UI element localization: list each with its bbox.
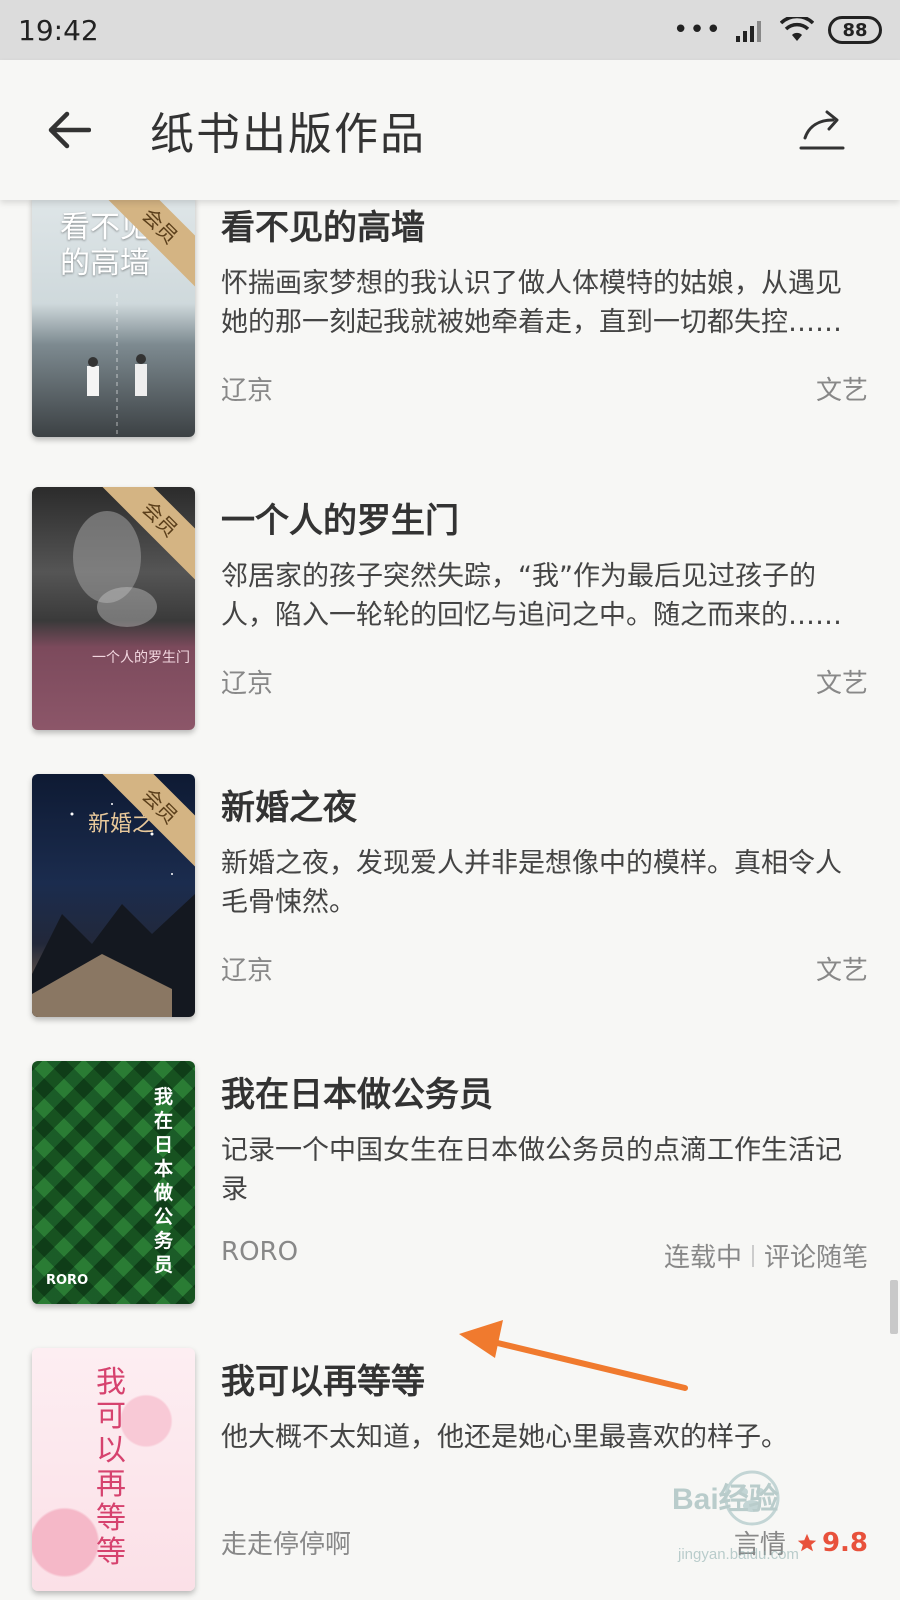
cover-title: 我可以再等等: [96, 1365, 126, 1570]
share-icon: [799, 110, 845, 150]
watermark-text: Bai经验: [672, 1483, 779, 1516]
book-title: 我可以再等等: [221, 1362, 425, 1402]
serial-status: 连载中: [663, 1243, 742, 1273]
book-description: 记录一个中国女生在日本做公务员的点滴工作生活记录: [221, 1135, 842, 1205]
battery-level: 88: [842, 19, 868, 41]
book-title: 看不见的高墙: [221, 208, 425, 248]
category-label: 评论随笔: [763, 1243, 868, 1273]
status-bar: 19:42 ••• 88: [0, 0, 900, 60]
book-category: 文艺: [816, 663, 868, 700]
book-cover[interactable]: 看不见的高墙 会员: [32, 200, 195, 437]
cover-title: 我在日本做公务员: [154, 1086, 174, 1276]
book-cover[interactable]: 一个人的罗生门 会员: [32, 487, 195, 730]
book-cover[interactable]: 新婚之 会员: [32, 774, 195, 1017]
scrollbar[interactable]: [890, 1280, 898, 1334]
back-arrow-icon: [48, 111, 91, 149]
book-author: 辽京: [221, 956, 274, 986]
book-item[interactable]: 新婚之 会员 新婚之夜 新婚之夜，发现爱人并非是想像中的模样。真相令人毛骨悚然。…: [0, 774, 900, 1019]
app-bar: 纸书出版作品: [0, 60, 900, 200]
more-dots-icon: •••: [672, 15, 722, 45]
battery-icon: 88: [828, 16, 882, 44]
book-author: RORO: [221, 1237, 299, 1267]
book-category: 文艺: [816, 370, 868, 407]
category-label: 文艺: [815, 669, 868, 699]
book-category: 文艺: [816, 950, 868, 987]
cover-author: RORO: [46, 1273, 89, 1288]
back-button[interactable]: [14, 60, 124, 200]
signal-icon: [736, 21, 761, 42]
status-icons: ••• 88: [673, 16, 882, 44]
book-item[interactable]: 一个人的罗生门 会员 一个人的罗生门 邻居家的孩子突然失踪，“我”作为最后见过孩…: [0, 487, 900, 732]
page-title: 纸书出版作品: [150, 109, 426, 160]
book-cover[interactable]: 我可以再等等: [32, 1348, 195, 1591]
book-item[interactable]: 我在日本做公务员 RORO 我在日本做公务员 记录一个中国女生在日本做公务员的点…: [0, 1061, 900, 1306]
book-author: 辽京: [221, 376, 274, 406]
book-list: 看不见的高墙 会员 看不见的高墙 怀揣画家梦想的我认识了做人体模特的姑娘，从遇见…: [0, 200, 900, 1600]
book-item[interactable]: 看不见的高墙 会员 看不见的高墙 怀揣画家梦想的我认识了做人体模特的姑娘，从遇见…: [0, 200, 900, 439]
book-description: 新婚之夜，发现爱人并非是想像中的模样。真相令人毛骨悚然。: [221, 848, 842, 918]
book-title: 一个人的罗生门: [221, 501, 459, 541]
watermark-url: jingyan.baidu.com: [678, 1546, 799, 1563]
book-tags: 连载中 评论随笔: [664, 1237, 868, 1274]
book-description: 邻居家的孩子突然失踪，“我”作为最后见过孩子的人，陷入一轮轮的回忆与追问之中。随…: [221, 561, 842, 631]
wifi-icon: [780, 17, 814, 41]
baidu-watermark: Bai经验 jingyan.baidu.com: [672, 1468, 872, 1580]
book-author: 辽京: [221, 669, 274, 699]
status-time: 19:42: [18, 13, 99, 47]
book-author: 走走停停啊: [221, 1530, 352, 1560]
book-title: 新婚之夜: [221, 788, 357, 828]
book-description: 他大概不太知道，他还是她心里最喜欢的样子。: [221, 1422, 788, 1453]
category-label: 文艺: [815, 376, 868, 406]
cover-title: 一个人的罗生门: [92, 650, 190, 666]
book-cover[interactable]: 我在日本做公务员 RORO: [32, 1061, 195, 1304]
book-title: 我在日本做公务员: [221, 1075, 493, 1115]
annotation-arrow-icon: [459, 1320, 688, 1391]
category-label: 文艺: [815, 956, 868, 986]
tag-divider: [751, 1244, 754, 1267]
book-description: 怀揣画家梦想的我认识了做人体模特的姑娘，从遇见她的那一刻起我就被她牵着走，直到一…: [221, 268, 842, 338]
share-button[interactable]: [782, 90, 862, 170]
